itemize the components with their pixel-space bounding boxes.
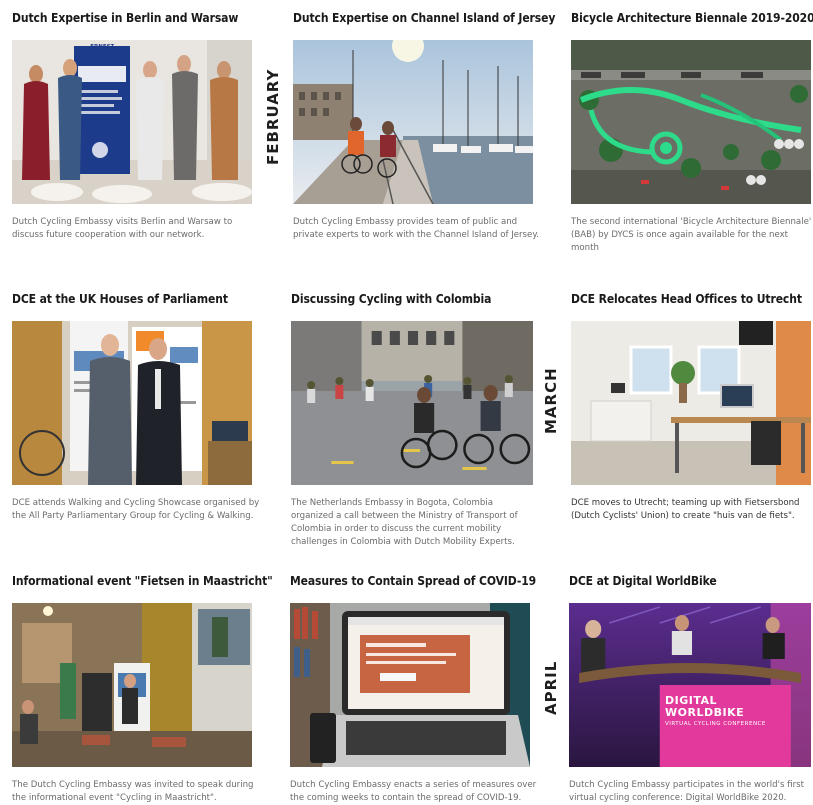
card-title[interactable]: DCE at Digital WorldBike [569, 573, 809, 589]
card-description: DCE attends Walking and Cycling Showcase… [12, 498, 260, 521]
card-description: Dutch Cycling Embassy visits Berlin and … [12, 217, 233, 240]
card-image-jersey[interactable] [293, 40, 533, 204]
news-card-maastricht[interactable]: Informational event "Fietsen in Maastric… [12, 573, 273, 803]
card-description: Dutch Cycling Embassy provides team of p… [293, 217, 539, 240]
card-image-uk-parliament[interactable] [12, 321, 252, 485]
card-image-berlin-warsaw[interactable] [12, 40, 252, 204]
card-description: The Dutch Cycling Embassy was invited to… [12, 780, 254, 803]
card-image-biennale[interactable] [571, 40, 811, 204]
month-label-march: MARCH [542, 367, 560, 434]
card-image-maastricht[interactable] [12, 603, 252, 767]
card-title[interactable]: Bicycle Architecture Biennale 2019-2020 [571, 10, 813, 26]
worldbike-banner: DIGITAL WORLDBIKE VIRTUAL CYCLING CONFER… [665, 694, 789, 728]
card-description: DCE moves to Utrecht; teaming up with Fi… [571, 498, 800, 521]
news-card-uk-parliament[interactable]: DCE at the UK Houses of Parliament DCE a… [12, 291, 259, 521]
news-card-colombia[interactable]: Discussing Cycling with Colombia The Net… [291, 291, 533, 547]
card-image-colombia[interactable] [291, 321, 533, 485]
card-description: Dutch Cycling Embassy participates in th… [569, 780, 804, 803]
card-title[interactable]: Dutch Expertise in Berlin and Warsaw [12, 10, 252, 26]
card-image-worldbike[interactable]: DIGITAL WORLDBIKE VIRTUAL CYCLING CONFER… [569, 603, 811, 767]
worldbike-banner-sub: VIRTUAL CYCLING CONFERENCE [665, 721, 766, 727]
card-description: The Netherlands Embassy in Bogota, Colom… [291, 498, 518, 547]
news-card-berlin-warsaw[interactable]: Dutch Expertise in Berlin and Warsaw Dut… [12, 10, 252, 240]
card-image-covid[interactable] [290, 603, 530, 767]
card-title[interactable]: Measures to Contain Spread of COVID-19 [290, 573, 536, 589]
card-title[interactable]: DCE Relocates Head Offices to Utrecht [571, 291, 811, 307]
card-title[interactable]: DCE at the UK Houses of Parliament [12, 291, 252, 307]
news-card-utrecht[interactable]: DCE Relocates Head Offices to Utrecht DC… [571, 291, 811, 521]
news-card-covid[interactable]: Measures to Contain Spread of COVID-19 D… [290, 573, 536, 803]
month-label-february: FEBRUARY [264, 68, 282, 165]
month-label-april: APRIL [542, 660, 560, 716]
card-title[interactable]: Dutch Expertise on Channel Island of Jer… [293, 10, 555, 26]
worldbike-banner-title: DIGITAL WORLDBIKE [665, 694, 745, 719]
card-title[interactable]: Discussing Cycling with Colombia [291, 291, 531, 307]
card-description: Dutch Cycling Embassy enacts a series of… [290, 780, 537, 803]
card-title[interactable]: Informational event "Fietsen in Maastric… [12, 573, 273, 589]
card-description: The second international 'Bicycle Archit… [571, 217, 812, 253]
card-image-utrecht[interactable] [571, 321, 811, 485]
news-card-biennale[interactable]: Bicycle Architecture Biennale 2019-2020 … [571, 10, 813, 253]
news-card-worldbike[interactable]: DCE at Digital WorldBike DIGITAL WORLDBI… [569, 573, 811, 803]
berlin-banner-text: ERNEST-REUTER-PLATZ FÜR RAD [80, 44, 126, 64]
news-card-jersey[interactable]: Dutch Expertise on Channel Island of Jer… [293, 10, 555, 240]
